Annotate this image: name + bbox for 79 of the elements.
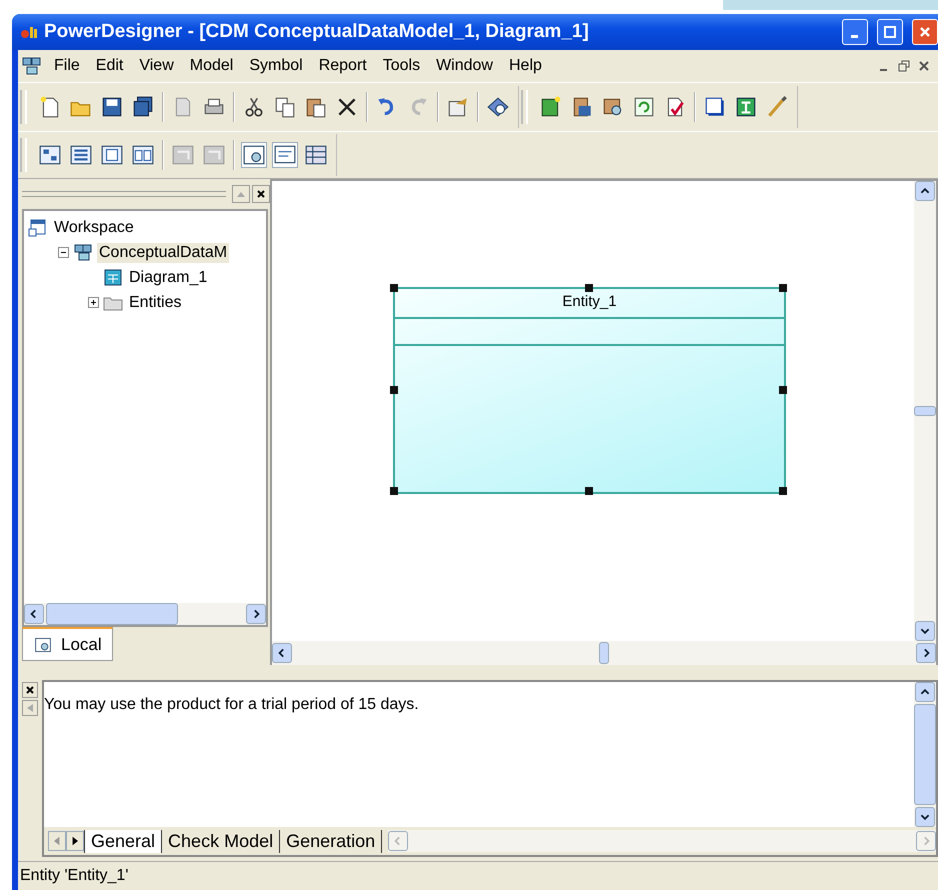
close-panel-button[interactable] [22, 682, 38, 698]
window-title: PowerDesigner - [CDM ConceptualDataModel_1, Diagram_1] [44, 21, 589, 43]
tab-right-button[interactable] [66, 831, 84, 851]
output-tab[interactable]: General [84, 830, 162, 852]
maximize-button[interactable] [877, 19, 903, 45]
menu-item[interactable]: Tools [376, 55, 426, 77]
new-model-icon[interactable] [539, 95, 563, 119]
vertical-scrollbar[interactable] [914, 682, 936, 827]
minimize-button[interactable] [842, 19, 868, 45]
scroll-up-button[interactable] [915, 682, 935, 702]
scroll-down-button[interactable] [915, 621, 935, 641]
resize-handle[interactable] [584, 487, 592, 495]
save-all-icon[interactable] [131, 95, 155, 119]
menu-item[interactable]: Edit [90, 55, 130, 77]
app-logo-icon [20, 24, 38, 40]
menu-item[interactable]: Model [184, 55, 240, 77]
maximize-icon[interactable] [883, 25, 897, 39]
grip-handle[interactable] [22, 191, 226, 197]
horizontal-scrollbar[interactable] [272, 641, 936, 665]
scrollbar-thumb[interactable] [46, 603, 178, 625]
model-icon [73, 243, 93, 262]
menu-item[interactable]: Help [502, 55, 548, 77]
scroll-left-button[interactable] [24, 604, 44, 624]
scroll-left-button[interactable] [272, 643, 292, 663]
tree-item[interactable]: Entities [127, 292, 184, 312]
resize-handle[interactable] [390, 487, 398, 495]
horizontal-scrollbar[interactable] [24, 603, 266, 625]
browser-icon[interactable] [242, 143, 266, 167]
close-button[interactable] [912, 19, 938, 45]
menu-item[interactable]: Window [430, 55, 499, 77]
toolbar-grip[interactable] [521, 90, 528, 124]
resize-handle[interactable] [584, 284, 592, 292]
scrollbar-thumb[interactable] [914, 704, 936, 805]
menu-item[interactable]: File [48, 55, 86, 77]
output-icon[interactable] [273, 143, 297, 167]
output-message: You may use the product for a trial period of 15 days. [44, 696, 419, 713]
close-icon[interactable] [918, 60, 930, 72]
diagram-icon[interactable] [38, 143, 62, 167]
scroll-up-button[interactable] [915, 181, 935, 201]
help-icon[interactable] [486, 95, 510, 119]
toolbar-grip[interactable] [20, 138, 27, 172]
close-panel-button[interactable] [252, 185, 270, 203]
refresh-icon[interactable] [632, 95, 656, 119]
menu-item[interactable]: Symbol [243, 55, 309, 77]
tree-item[interactable]: Workspace [52, 218, 136, 238]
tree-item[interactable]: Diagram_1 [127, 268, 210, 288]
menu-item[interactable]: View [133, 55, 180, 77]
scrollbar-thumb[interactable] [914, 406, 936, 416]
copy-icon[interactable] [273, 95, 297, 119]
model-icon [22, 57, 42, 75]
close-icon[interactable] [256, 189, 266, 199]
close-icon[interactable] [25, 685, 35, 695]
tree-item[interactable]: ConceptualDataM [97, 242, 230, 262]
toolbar-grip[interactable] [20, 90, 27, 124]
resize-handle[interactable] [390, 284, 398, 292]
resize-handle[interactable] [390, 386, 398, 394]
status-text: Entity 'Entity_1' [20, 867, 128, 885]
scroll-right-button[interactable] [246, 604, 266, 624]
workspace-icon [28, 218, 48, 237]
resize-handle[interactable] [779, 284, 787, 292]
model-icon[interactable] [69, 143, 93, 167]
scrollbar-thumb[interactable] [599, 642, 609, 664]
vertical-scrollbar[interactable] [914, 181, 936, 641]
resize-handle[interactable] [779, 487, 787, 495]
align-icon[interactable] [734, 95, 758, 119]
scroll-down-button[interactable] [915, 807, 935, 827]
save-icon[interactable] [100, 95, 124, 119]
result-list-icon[interactable] [304, 143, 328, 167]
diagram-icon [103, 268, 123, 287]
browser-icon [33, 636, 53, 654]
entity-box[interactable]: Entity_1 [393, 287, 786, 494]
restore-icon[interactable] [898, 60, 910, 72]
page-icon[interactable] [100, 143, 124, 167]
resize-handle[interactable] [779, 386, 787, 394]
brush-icon[interactable] [765, 95, 789, 119]
panel-tab[interactable]: Local [22, 627, 113, 661]
scroll-right-button[interactable] [916, 643, 936, 663]
menu-item[interactable]: Report [312, 55, 373, 77]
pages-icon[interactable] [131, 143, 155, 167]
